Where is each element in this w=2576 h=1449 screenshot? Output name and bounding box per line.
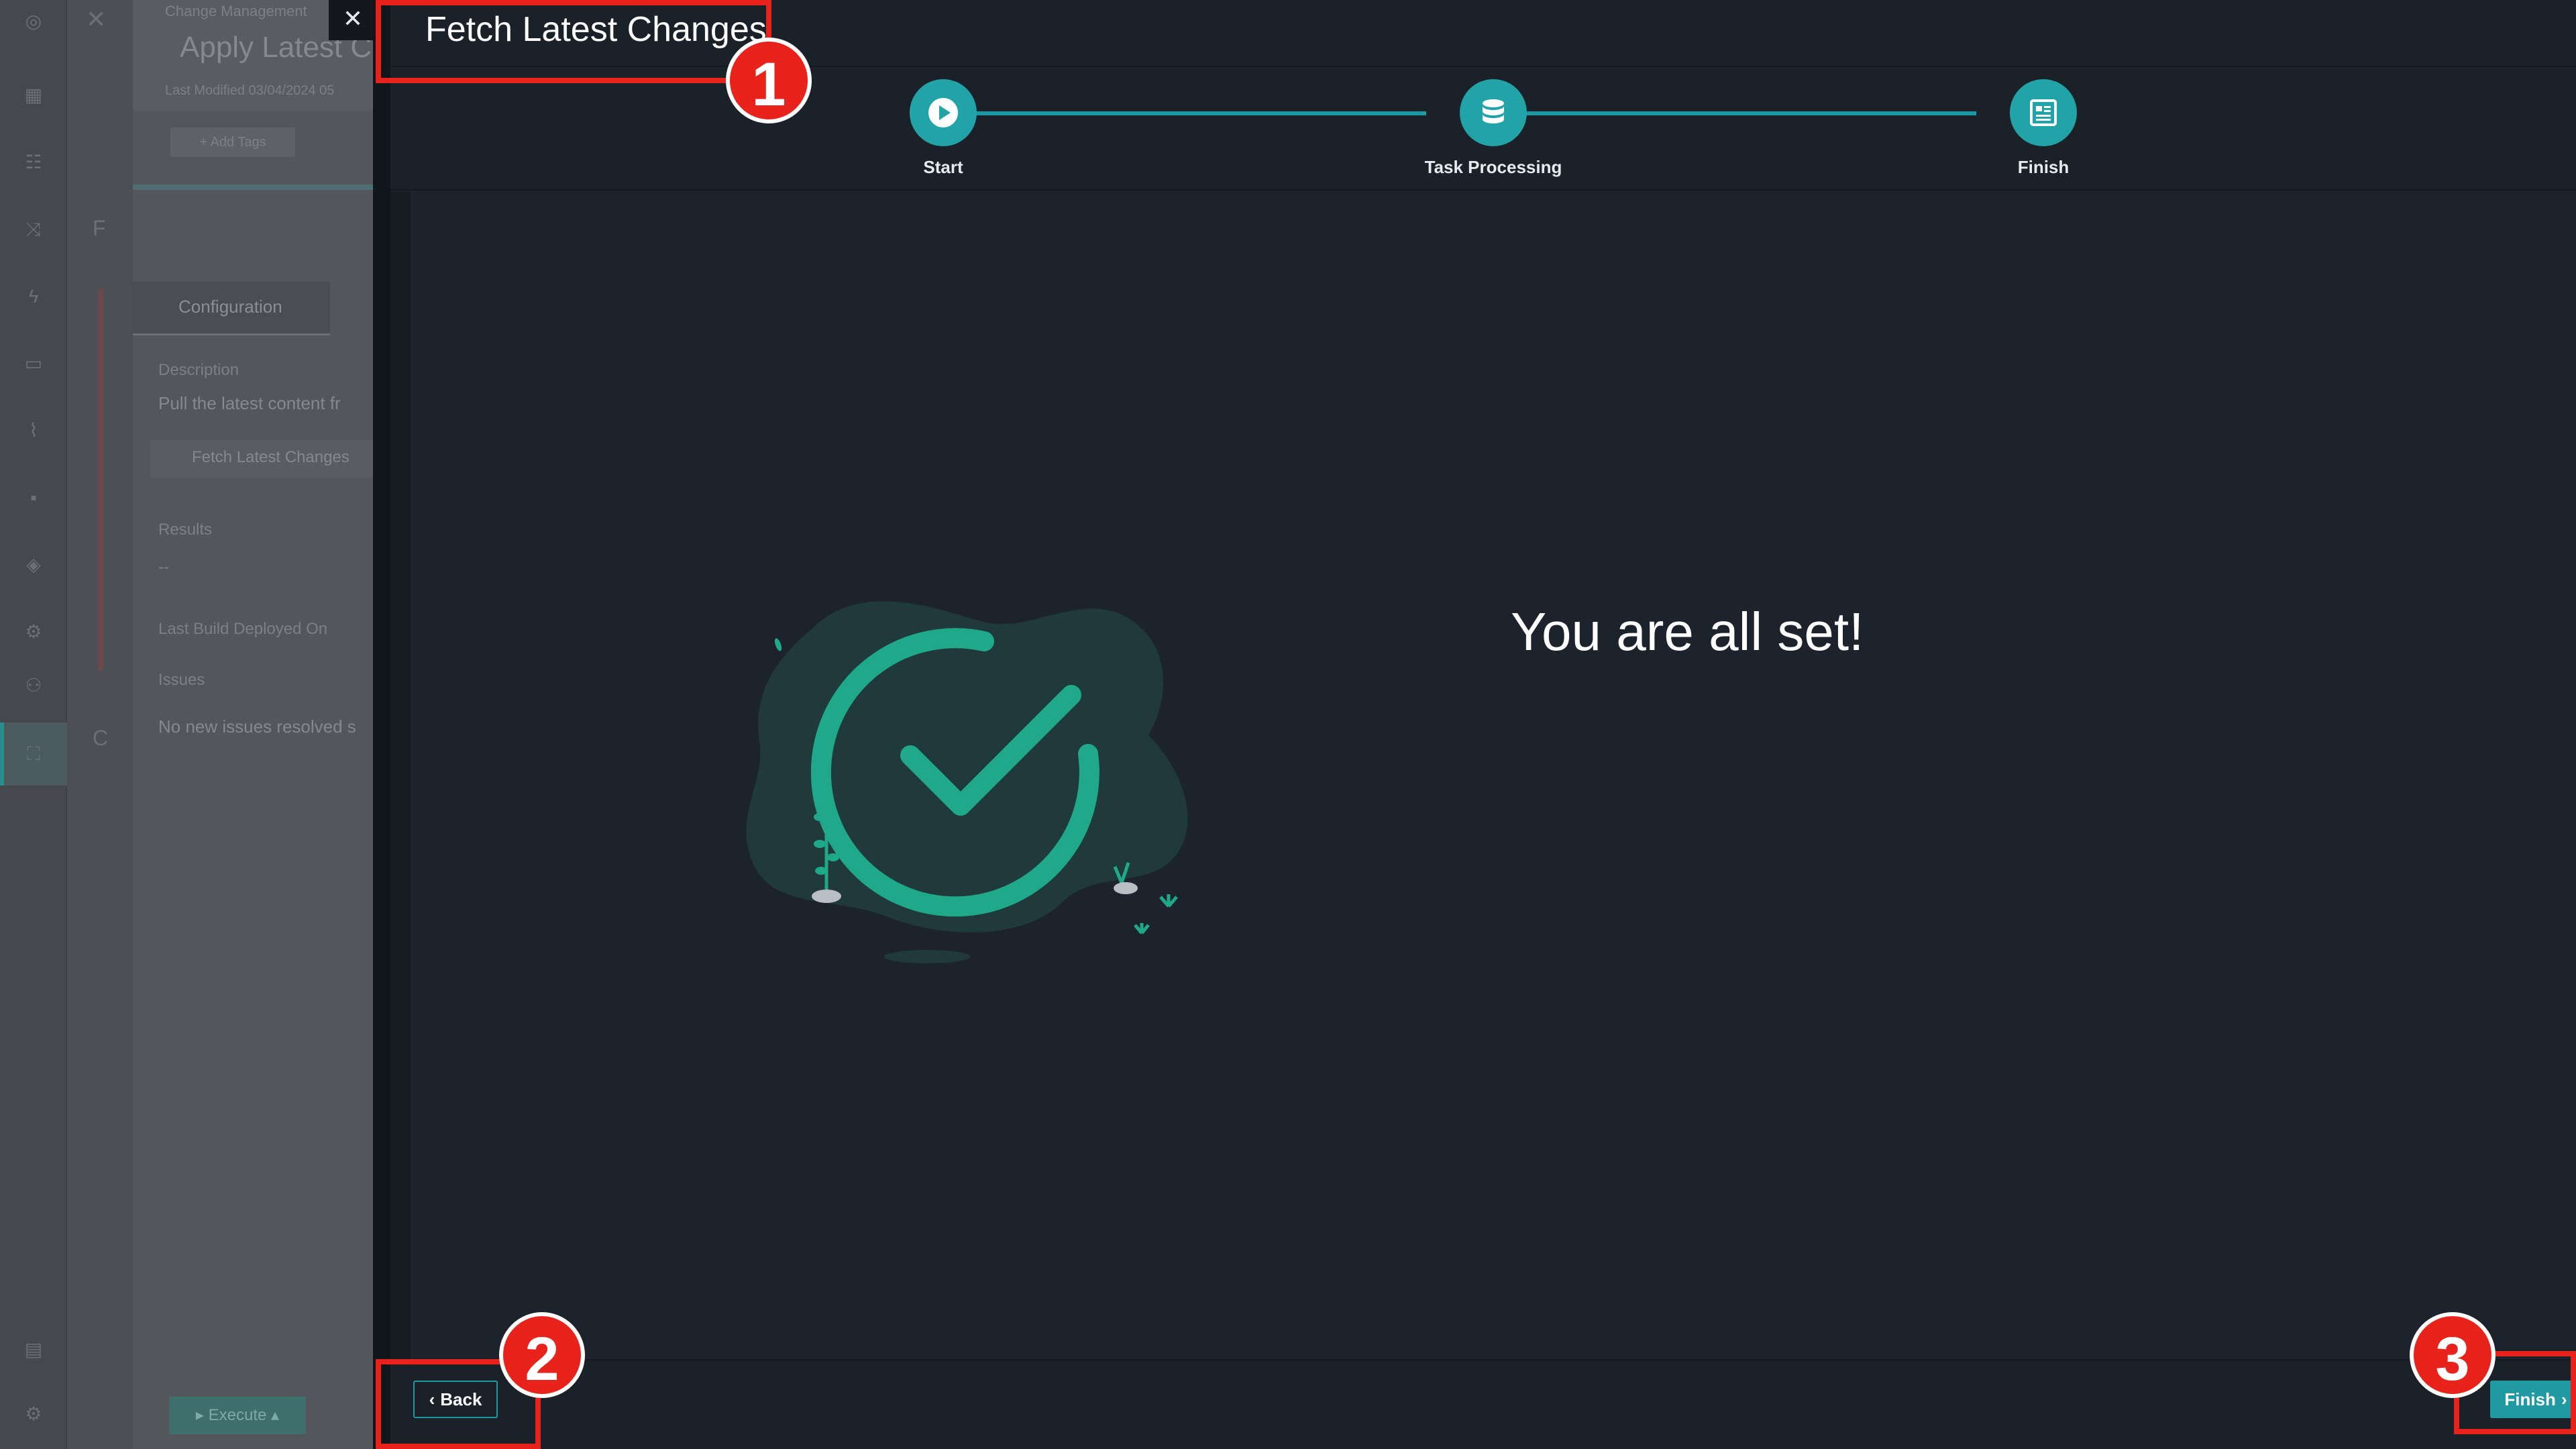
- breadcrumb: Change Management: [165, 3, 307, 19]
- last-modified: Last Modified 03/04/2024 05: [165, 83, 335, 98]
- briefcase-icon: ▭: [24, 353, 43, 374]
- callout-badge-1: 1: [726, 38, 812, 123]
- callout-box-1: [376, 0, 771, 83]
- lightning-icon: ϟ: [28, 286, 39, 307]
- apps-icon: ▪: [30, 487, 37, 508]
- callout-badge-3: 3: [2410, 1312, 2496, 1398]
- database-icon: [1483, 99, 1504, 123]
- results-value: --: [158, 558, 169, 576]
- step-connector: [1493, 111, 1976, 115]
- report-icon: [2030, 99, 2057, 126]
- gear-icon: ⚙: [25, 1403, 42, 1424]
- step-start-label: Start: [923, 157, 963, 177]
- step-finish: [2010, 79, 2077, 146]
- step-start: [910, 79, 977, 146]
- success-illustration: [746, 601, 1188, 963]
- clipboard-icon: ▤: [24, 1339, 43, 1360]
- background-divider: [133, 184, 376, 190]
- team-icon: ☷: [25, 152, 42, 172]
- callout-badge-2: 2: [499, 1312, 585, 1398]
- chart-icon: ⌇: [29, 420, 38, 441]
- close-icon[interactable]: ✕: [329, 0, 377, 40]
- results-label: Results: [158, 521, 213, 539]
- issues-value: No new issues resolved s: [158, 716, 356, 737]
- tab-label: Configuration: [178, 297, 282, 317]
- fetch-chip: Fetch Latest Changes: [150, 440, 376, 478]
- step-finish-label: Finish: [2017, 157, 2070, 177]
- shuffle-icon: ⤨: [25, 219, 42, 239]
- success-message: You are all set!: [1511, 602, 1864, 661]
- background-close-icon: ✕: [86, 5, 107, 33]
- description-value: Pull the latest content fr: [158, 393, 341, 413]
- settings-icon: ⚙: [25, 621, 42, 642]
- step-task-processing-label: Task Processing: [1424, 157, 1562, 177]
- wizard-modal: Fetch Latest Changes Start Task Processi…: [373, 0, 2576, 1449]
- issues-label: Issues: [158, 671, 205, 689]
- logo-icon: ◎: [25, 11, 42, 32]
- dashboard-icon: ▦: [24, 85, 43, 105]
- execute-label: Execute: [208, 1406, 267, 1424]
- tab-configuration: Configuration: [133, 282, 330, 335]
- fetch-chip-label: Fetch Latest Changes: [192, 448, 350, 466]
- icon-rail: ◎ ▦ ☷ ⤨ ϟ ▭ ⌇ ▪ ◈ ⚙ ⚇ ⛶ ▤ ⚙: [0, 0, 67, 1449]
- strip-letter: C: [93, 726, 109, 750]
- last-build-label: Last Build Deployed On: [158, 620, 328, 638]
- step-connector: [943, 111, 1426, 115]
- background-strip-accent: [98, 288, 103, 671]
- add-tags-button: + Add Tags: [170, 127, 295, 157]
- execute-button: ▸ Execute ▴: [169, 1397, 306, 1434]
- workflow-icon: ⛶: [27, 743, 40, 764]
- wizard-footer: ‹ Back Finish ›: [390, 1359, 2576, 1449]
- users-icon: ⚇: [25, 675, 42, 696]
- wizard-stepper: Start Task Processing Finish: [390, 67, 2576, 191]
- step-task-processing: [1460, 79, 1527, 146]
- background-app: ◎ ▦ ☷ ⤨ ϟ ▭ ⌇ ▪ ◈ ⚙ ⚇ ⛶ ▤ ⚙ F C ✕ Change…: [0, 0, 376, 1449]
- play-icon: [928, 98, 958, 127]
- description-label: Description: [158, 361, 239, 379]
- strip-letter: F: [93, 216, 106, 240]
- wizard-body: You are all set!: [390, 192, 2576, 1359]
- shield-icon: ◈: [26, 554, 41, 575]
